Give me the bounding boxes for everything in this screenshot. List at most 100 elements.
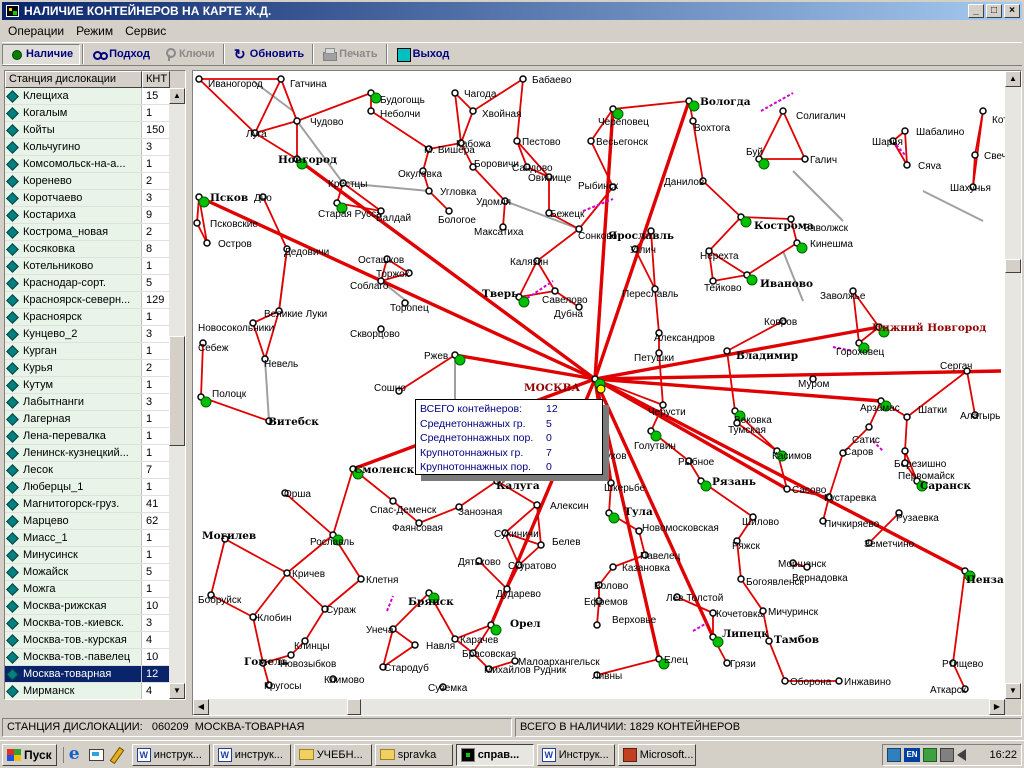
station-row[interactable]: Мирманск 4	[5, 683, 169, 699]
city-station[interactable]: Спас-Деменск	[370, 497, 437, 516]
station-row[interactable]: Лена-перевалка 1	[5, 428, 169, 445]
refresh-button[interactable]: ↻ Обновить	[227, 44, 310, 65]
city-station[interactable]: Инжавино	[835, 677, 891, 688]
city-station[interactable]: Калязин	[510, 257, 548, 268]
city-station[interactable]: Чагода	[451, 89, 497, 100]
station-row[interactable]: Лагерная 1	[5, 411, 169, 428]
network-icon[interactable]	[923, 748, 937, 762]
city-station[interactable]: Пестово	[513, 137, 561, 148]
city-station[interactable]: Рязань	[697, 476, 756, 492]
city-station[interactable]: Дно	[254, 193, 272, 204]
station-row[interactable]: Когалым 1	[5, 105, 169, 122]
city-station[interactable]: Буй	[746, 147, 770, 170]
city-station[interactable]: Череповец	[598, 105, 649, 128]
start-button[interactable]: Пуск	[2, 743, 57, 766]
city-station[interactable]: Новомосковская	[635, 523, 719, 535]
language-indicator[interactable]: EN	[904, 748, 920, 762]
container-station-marker[interactable]	[198, 196, 210, 208]
city-station[interactable]: Александров	[654, 329, 715, 344]
city-station[interactable]: Остров	[203, 239, 252, 250]
minimize-button[interactable]: _	[968, 4, 984, 18]
city-station[interactable]: Скуратово	[508, 561, 557, 572]
city-station[interactable]: Дударево	[496, 585, 541, 600]
city-station[interactable]: Тула	[605, 506, 653, 524]
city-station[interactable]: Ряжск	[732, 537, 760, 552]
city-station[interactable]: Вологда	[685, 96, 751, 112]
computer-icon[interactable]	[887, 748, 901, 762]
city-station[interactable]: Сошно	[374, 383, 406, 395]
approach-button[interactable]: Подход	[86, 44, 156, 65]
station-row[interactable]: Кунцево_2 3	[5, 326, 169, 343]
city-station[interactable]: Черусти	[648, 401, 686, 418]
city-station[interactable]: Ливны	[592, 671, 622, 682]
city-station[interactable]: Шарья	[872, 137, 903, 148]
container-station-marker[interactable]	[490, 624, 502, 636]
city-station[interactable]: Орел	[487, 618, 541, 636]
city-station[interactable]: Рузаевка	[895, 509, 939, 524]
city-station[interactable]: Березишно	[894, 447, 947, 470]
city-station[interactable]: Будогощь	[367, 89, 425, 106]
station-row[interactable]: Минусинск 1	[5, 547, 169, 564]
volume-icon[interactable]	[957, 749, 966, 761]
city-station[interactable]: Саранск	[913, 477, 971, 492]
city-station[interactable]: Елец	[655, 655, 688, 670]
print-button[interactable]: Печать	[316, 44, 383, 65]
city-station[interactable]: Верховье	[593, 615, 657, 629]
city-station[interactable]: Ртищево	[942, 659, 984, 670]
city-station[interactable]: Клинцы	[294, 637, 330, 652]
station-row[interactable]: Красноярск 1	[5, 309, 169, 326]
station-row[interactable]: Магнитогорск-груз. 41	[5, 496, 169, 513]
city-station[interactable]: Котельнич	[979, 107, 1005, 126]
city-station[interactable]: Кинешма	[793, 239, 853, 254]
menu-service[interactable]: Сервис	[119, 22, 172, 41]
city-station[interactable]: Овинище	[528, 173, 572, 184]
city-station[interactable]: Псков	[195, 192, 248, 208]
container-station-marker[interactable]	[688, 100, 700, 112]
city-station[interactable]: Себеж	[198, 339, 229, 354]
title-bar[interactable]: НАЛИЧИЕ КОНТЕЙНЕРОВ НА КАРТЕ Ж.Д. _ □ ×	[2, 2, 1022, 20]
city-station[interactable]: Пичкиряево	[819, 517, 880, 530]
station-row[interactable]: Койты 150	[5, 122, 169, 139]
city-station[interactable]: Вохтога	[689, 117, 730, 134]
station-row[interactable]: Клещиха 15	[5, 88, 169, 105]
scroll-thumb[interactable]	[169, 336, 185, 446]
city-station[interactable]: Савелово	[542, 287, 588, 306]
city-station[interactable]: Крестцы	[328, 179, 367, 190]
city-station[interactable]: Алатырь	[960, 411, 1000, 422]
city-station[interactable]: Хвойная	[469, 107, 522, 120]
map-scroll-up-button[interactable]: ▲	[1005, 71, 1021, 87]
container-station-marker[interactable]	[200, 396, 212, 408]
station-row[interactable]: Коротчаево 3	[5, 190, 169, 207]
city-station[interactable]: Ефремов	[584, 596, 628, 608]
city-station[interactable]: Рославль	[310, 531, 354, 548]
station-row[interactable]: Москва-товарная 12	[5, 666, 169, 683]
city-station[interactable]: Сатис	[852, 423, 880, 446]
city-station[interactable]: Дятьково	[458, 557, 501, 568]
city-station[interactable]: Ярославль	[608, 227, 674, 242]
city-station[interactable]: Заволжье	[820, 287, 866, 302]
map-scroll-left-button[interactable]: ◀	[193, 699, 209, 715]
city-station[interactable]: Жлобин	[249, 612, 292, 624]
taskbar-button[interactable]: Microsoft...	[617, 743, 696, 766]
city-station[interactable]: Тейково	[704, 277, 742, 294]
station-row[interactable]: Москва-тов.-курская 4	[5, 632, 169, 649]
map-horizontal-scrollbar[interactable]: ◀ ▶	[193, 699, 1005, 715]
city-station[interactable]: Гомель	[244, 656, 289, 668]
city-station[interactable]: Шабалино	[901, 126, 965, 138]
city-station[interactable]: Богоявленск	[737, 575, 805, 588]
city-station[interactable]: Бабаево	[519, 74, 572, 86]
exit-button[interactable]: Выход	[390, 44, 456, 65]
city-station[interactable]: Аткарск	[930, 685, 969, 696]
city-station[interactable]: Сухиничи	[494, 529, 539, 540]
city-station[interactable]: Торопец	[390, 299, 429, 314]
taskbar-button[interactable]: справ...	[455, 743, 534, 766]
city-station[interactable]: Клетня	[357, 575, 398, 586]
city-station[interactable]: Климово	[324, 675, 365, 686]
city-station[interactable]: Калуга	[493, 477, 540, 492]
scroll-down-button[interactable]: ▼	[169, 683, 185, 699]
map-vscroll-thumb[interactable]	[1005, 259, 1021, 273]
city-station[interactable]: Могилев	[202, 530, 256, 543]
container-station-marker[interactable]	[518, 296, 530, 308]
city-station[interactable]: Осташков	[358, 255, 404, 266]
station-row[interactable]: Кольчугино 3	[5, 139, 169, 156]
